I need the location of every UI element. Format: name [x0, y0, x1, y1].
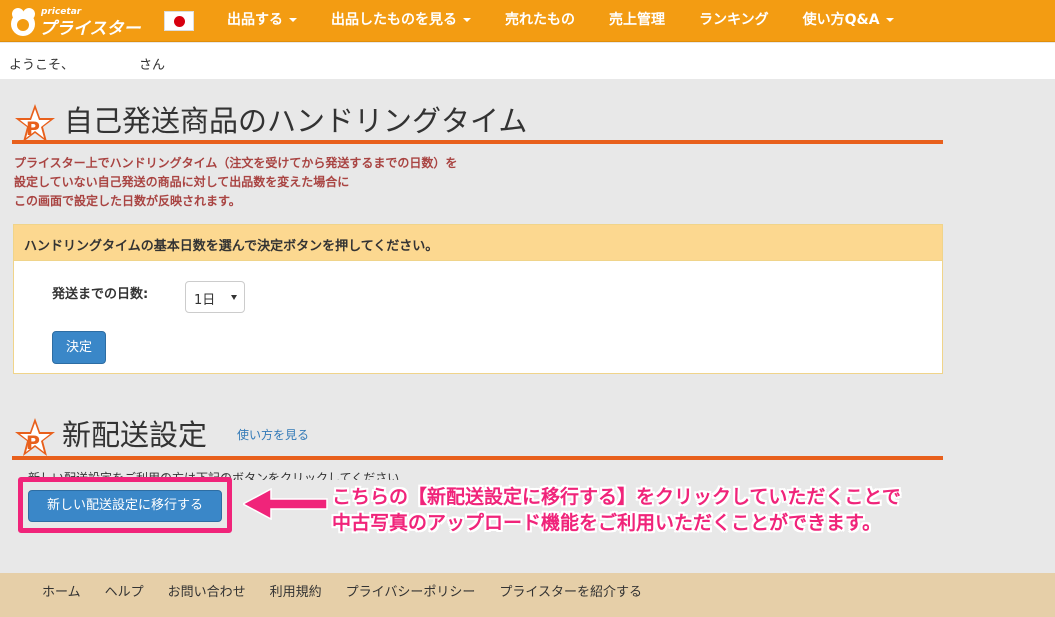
description-line: この画面で設定した日数が反映されます。	[14, 194, 241, 208]
footer-link[interactable]: ヘルプ	[93, 573, 156, 617]
svg-text:P: P	[26, 432, 40, 454]
nav-item[interactable]: 売れたもの	[488, 0, 592, 42]
nav-item[interactable]: 売上管理	[592, 0, 682, 42]
nav-item[interactable]: ランキング	[682, 0, 786, 42]
nav-menu: 出品する 出品したものを見る 売れたもの 売上管理 ランキング 使い方Q&A	[210, 0, 911, 42]
footer-link[interactable]: プライスターを紹介する	[487, 573, 654, 617]
nav-item-label: 出品したものを見る	[331, 12, 457, 28]
shipping-days-label: 発送までの日数:	[52, 287, 149, 302]
svg-text:P: P	[26, 118, 40, 140]
welcome-suffix: さん	[139, 58, 166, 73]
callout-line: こちらの【新配送設定に移行する】をクリックしていただくことで	[332, 486, 901, 508]
select-value: 1日	[194, 293, 216, 308]
footer-link[interactable]: お問い合わせ	[156, 573, 258, 617]
panel-heading: ハンドリングタイムの基本日数を選んで決定ボタンを押してください。	[14, 225, 942, 261]
pricetar-star-icon: P	[15, 418, 55, 456]
handling-title: 自己発送商品のハンドリングタイム	[64, 104, 528, 138]
logo-sub: pricetar	[40, 7, 82, 17]
caret-down-icon	[885, 18, 894, 22]
nav-item-label: 売上管理	[609, 12, 665, 28]
footer-link[interactable]: ホーム	[30, 573, 93, 617]
caret-down-icon	[463, 18, 471, 22]
footer: ホーム ヘルプ お問い合わせ 利用規約 プライバシーポリシー プライスターを紹介する	[0, 573, 1055, 617]
nav-item-label: 使い方Q&A	[802, 12, 880, 28]
logo-text: プライスター	[39, 19, 141, 39]
navbar: pricetar プライスター 出品する 出品したものを見る 売れたもの 売上管理 ラン…	[0, 0, 1055, 42]
shipping-days-select[interactable]: 1日	[185, 281, 245, 313]
caret-down-icon	[289, 18, 297, 22]
footer-link[interactable]: 利用規約	[258, 573, 334, 617]
nav-item[interactable]: 出品する	[210, 0, 314, 42]
welcome-bar: ようこそ、 さん	[0, 43, 1055, 79]
callout-annotation: こちらの【新配送設定に移行する】をクリックしていただくことで 中古写真のアップロ…	[332, 484, 901, 536]
welcome-prefix: ようこそ、	[9, 58, 75, 73]
description-line: 設定していない自己発送の商品に対して出品数を変えた場合に	[14, 175, 350, 189]
handling-description: プライスター上でハンドリングタイム（注文を受けてから発送するまでの日数）を 設定…	[14, 154, 457, 211]
callout-line: 中古写真のアップロード機能をご利用いただくことができます。	[332, 512, 882, 534]
nav-item-label: 売れたもの	[505, 12, 575, 28]
nav-item[interactable]: 使い方Q&A	[786, 0, 911, 42]
pricetar-logo[interactable]: pricetar プライスター	[8, 2, 158, 40]
shipping-title: 新配送設定	[62, 418, 208, 452]
pricetar-star-icon: P	[15, 104, 55, 142]
decide-button[interactable]: 決定	[52, 331, 106, 364]
pointer-arrow-icon	[243, 488, 328, 520]
shipping-section-header: P 新配送設定	[12, 412, 943, 460]
handling-panel: ハンドリングタイムの基本日数を選んで決定ボタンを押してください。 発送までの日数…	[13, 224, 943, 374]
footer-link[interactable]: プライバシーポリシー	[334, 573, 488, 617]
nav-item-label: 出品する	[227, 12, 283, 28]
migrate-shipping-button[interactable]: 新しい配送設定に移行する	[28, 490, 222, 522]
japan-flag-icon[interactable]	[164, 11, 194, 31]
select-arrow-icon	[231, 295, 237, 300]
description-line: プライスター上でハンドリングタイム（注文を受けてから発送するまでの日数）を	[14, 156, 458, 170]
nav-item-label: ランキング	[699, 12, 769, 28]
nav-item[interactable]: 出品したものを見る	[314, 0, 488, 42]
footer-links: ホーム ヘルプ お問い合わせ 利用規約 プライバシーポリシー プライスターを紹介する	[30, 573, 654, 617]
howto-link[interactable]: 使い方を見る	[237, 426, 309, 443]
handling-section-header: P 自己発送商品のハンドリングタイム	[12, 98, 943, 144]
